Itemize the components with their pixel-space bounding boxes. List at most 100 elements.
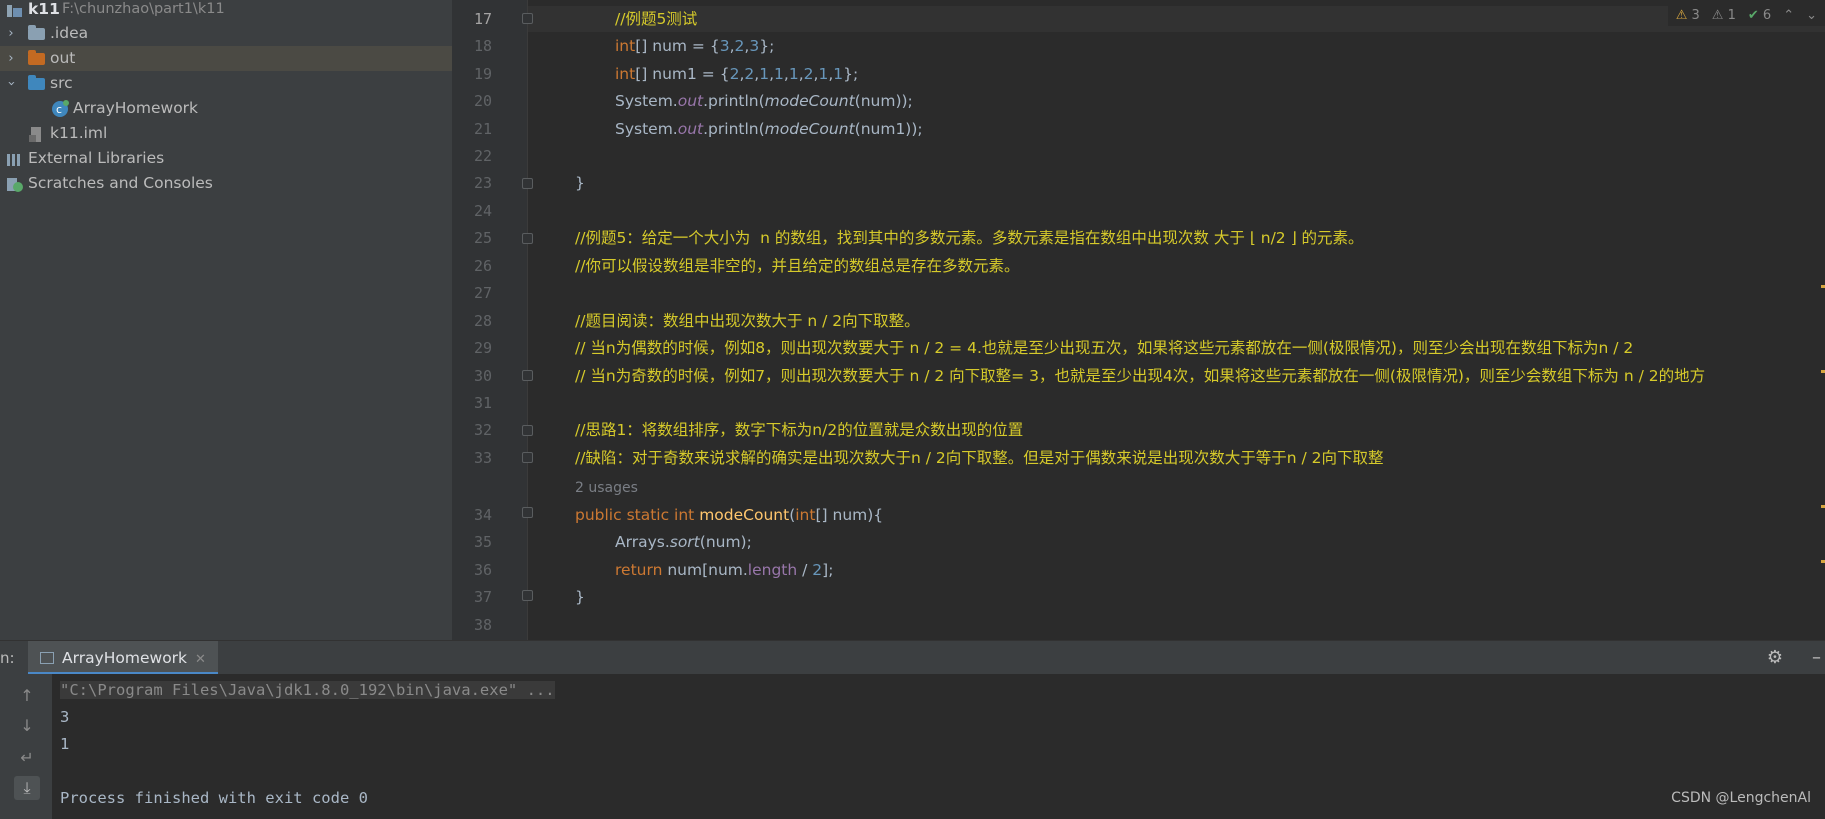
inspection-widget[interactable]: ⚠ 3 ⚠ 1 ✔ 6 ⌃ ⌄ bbox=[1667, 4, 1825, 26]
fold-marker-icon[interactable] bbox=[522, 452, 533, 463]
run-config-icon bbox=[40, 652, 54, 664]
warning-icon: ⚠ bbox=[1675, 7, 1688, 23]
fold-marker-icon[interactable] bbox=[522, 13, 533, 24]
code-editor[interactable]: 17 18 19 20 21 22 23 24 25 26 27 28 29 30 31 32 33 34 35 36… bbox=[452, 0, 1825, 640]
tree-item-arrayhomework[interactable]: c ArrayHomework bbox=[0, 96, 452, 121]
close-icon[interactable]: ✕ bbox=[195, 652, 206, 667]
code-line-19: int[] num1 = {2,2,1,1,1,2,1,1}; bbox=[615, 65, 859, 83]
chevron-right-icon[interactable]: › bbox=[4, 46, 18, 71]
tree-item-root[interactable]: k11 F:\chunzhao\part1\k11 bbox=[0, 0, 452, 22]
gear-icon[interactable]: ⚙ bbox=[1767, 647, 1783, 668]
code-line-33: //缺陷：对于奇数来说求解的确实是出现次数大于n / 2向下取整。但是对于偶数来… bbox=[575, 449, 1384, 467]
chevron-up-icon[interactable]: ⌃ bbox=[1783, 8, 1794, 23]
code-line-20: System.out.println(modeCount(num)); bbox=[615, 92, 913, 110]
fold-marker-icon[interactable] bbox=[522, 178, 533, 189]
tree-item-k11-iml[interactable]: k11.iml bbox=[0, 121, 452, 146]
line-number: 19 bbox=[473, 65, 492, 83]
warning-stripe-mark[interactable] bbox=[1821, 560, 1825, 563]
folder-icon bbox=[28, 50, 46, 66]
tree-item-label: src bbox=[50, 74, 73, 92]
soft-wrap-icon[interactable]: ↵ bbox=[14, 746, 40, 770]
code-line-25: //例题5：给定一个大小为 n 的数组，找到其中的多数元素。多数元素是指在数组中… bbox=[575, 229, 1364, 247]
fold-marker-icon[interactable] bbox=[522, 233, 533, 244]
minimize-icon[interactable]: – bbox=[1812, 647, 1821, 668]
tree-root-path: F:\chunzhao\part1\k11 bbox=[62, 1, 225, 17]
tab-label: ArrayHomework bbox=[62, 649, 188, 667]
fold-marker-icon[interactable] bbox=[522, 370, 533, 381]
line-number: 22 bbox=[473, 147, 492, 165]
line-number: 18 bbox=[473, 37, 492, 55]
watermark: CSDN @LengchenAl bbox=[1671, 790, 1811, 806]
line-number: 31 bbox=[473, 394, 492, 412]
line-number: 38 bbox=[473, 616, 492, 634]
warning-stripe-mark[interactable] bbox=[1821, 505, 1825, 508]
tab-arrayhomework[interactable]: ArrayHomework ✕ bbox=[28, 641, 218, 675]
run-toolbar: ↑ ↓ ↵ ⤓ bbox=[0, 674, 52, 819]
folder-icon bbox=[28, 75, 46, 91]
library-icon bbox=[6, 151, 24, 166]
line-number: 30 bbox=[473, 367, 492, 385]
chevron-right-icon[interactable]: › bbox=[4, 21, 18, 46]
check-icon: ✔ bbox=[1747, 7, 1759, 23]
line-number: 29 bbox=[473, 339, 492, 357]
fold-marker-icon[interactable] bbox=[522, 507, 533, 518]
tree-item-scratches[interactable]: Scratches and Consoles bbox=[0, 171, 452, 196]
scroll-to-end-icon[interactable]: ⤓ bbox=[14, 776, 40, 800]
line-number: 37 bbox=[473, 588, 492, 606]
warning-stripe-mark[interactable] bbox=[1821, 285, 1825, 288]
tree-item-idea[interactable]: › .idea bbox=[0, 21, 452, 46]
code-line-30: // 当n为奇数的时候，例如7，则出现次数要大于 n / 2 向下取整= 3，也… bbox=[575, 367, 1706, 385]
scratches-icon bbox=[6, 176, 24, 192]
code-line-28: //题目阅读：数组中出现次数大于 n / 2向下取整。 bbox=[575, 312, 920, 330]
run-title-label: n: bbox=[0, 649, 15, 667]
tree-item-out[interactable]: › out bbox=[0, 46, 452, 71]
tree-item-label: External Libraries bbox=[28, 149, 165, 167]
line-number: 35 bbox=[473, 533, 492, 551]
code-line-29: // 当n为偶数的时候，例如8，则出现次数要大于 n / 2 = 4.也就是至少… bbox=[575, 339, 1634, 357]
tree-item-src[interactable]: › src bbox=[0, 71, 452, 96]
tree-item-label: ArrayHomework bbox=[73, 99, 199, 117]
tree-root-label: k11 bbox=[28, 0, 60, 18]
project-tool-window: k11 F:\chunzhao\part1\k11 › .idea › out … bbox=[0, 0, 452, 640]
line-number: 27 bbox=[473, 284, 492, 302]
module-icon bbox=[6, 2, 24, 17]
tree-item-external-libraries[interactable]: External Libraries bbox=[0, 146, 452, 171]
arrow-down-icon[interactable]: ↓ bbox=[14, 714, 40, 738]
run-tool-window-header: n: ArrayHomework ✕ bbox=[0, 640, 1825, 675]
code-line-23: } bbox=[575, 174, 585, 192]
chevron-down-icon[interactable]: › bbox=[0, 77, 24, 91]
svg-text:c: c bbox=[56, 103, 62, 116]
line-number: 21 bbox=[473, 120, 492, 138]
warning-stripe-mark[interactable] bbox=[1821, 370, 1825, 373]
line-number: 25 bbox=[473, 229, 492, 247]
weak-warning-count[interactable]: ⚠ 1 bbox=[1712, 8, 1736, 23]
console-line-command: "C:\Program Files\Java\jdk1.8.0_192\bin\… bbox=[60, 681, 555, 699]
weak-warning-icon: ⚠ bbox=[1711, 7, 1724, 23]
java-class-icon: c bbox=[51, 100, 69, 117]
code-line-17: //例题5测试 bbox=[615, 10, 698, 28]
console-line: 1 bbox=[60, 735, 70, 753]
warning-count[interactable]: ⚠ 3 bbox=[1676, 8, 1700, 23]
code-line-34: public static int modeCount(int[] num){ bbox=[575, 506, 884, 524]
usages-hint[interactable]: 2 usages bbox=[575, 475, 638, 501]
arrow-up-icon[interactable]: ↑ bbox=[14, 684, 40, 708]
line-number: 24 bbox=[473, 202, 492, 220]
iml-file-icon bbox=[28, 126, 46, 142]
fold-marker-icon[interactable] bbox=[522, 425, 533, 436]
code-line-32: //思路1：将数组排序，数字下标为n/2的位置就是众数出现的位置 bbox=[575, 421, 1024, 439]
chevron-down-icon[interactable]: ⌄ bbox=[1806, 8, 1817, 23]
line-number: 20 bbox=[473, 92, 492, 110]
tree-item-label: k11.iml bbox=[50, 124, 108, 142]
code-line-37: } bbox=[575, 588, 585, 606]
code-line-36: return num[num.length / 2]; bbox=[615, 561, 834, 579]
line-number: 17 bbox=[473, 10, 492, 28]
line-number: 33 bbox=[473, 449, 492, 467]
line-number: 34 bbox=[473, 506, 492, 524]
tree-item-label: .idea bbox=[50, 24, 89, 42]
typo-count[interactable]: ✔ 6 bbox=[1748, 8, 1771, 23]
code-line-18: int[] num = {3,2,3}; bbox=[615, 37, 775, 55]
console-line-exit: Process finished with exit code 0 bbox=[60, 789, 368, 807]
fold-marker-icon[interactable] bbox=[522, 590, 533, 601]
line-number: 28 bbox=[473, 312, 492, 330]
line-number: 26 bbox=[473, 257, 492, 275]
